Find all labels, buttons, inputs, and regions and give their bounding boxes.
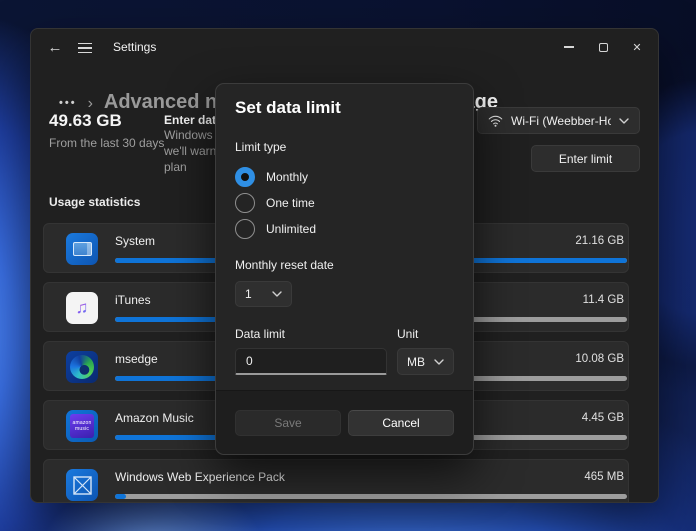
data-limit-input[interactable] — [235, 348, 387, 375]
enter-data-limit-info: Enter data Windows ca we'll warn y plan — [164, 113, 217, 175]
minimize-icon — [564, 46, 574, 47]
limit-info-line: we'll warn y — [164, 143, 217, 159]
dialog-title: Set data limit — [235, 98, 454, 118]
limit-info-line: plan — [164, 159, 217, 175]
app-name: Amazon Music — [115, 411, 194, 425]
app-usage-value: 4.45 GB — [582, 412, 624, 424]
wifi-icon — [488, 115, 503, 127]
network-adapter-select[interactable]: Wi-Fi (Weebber-Hor — [477, 107, 640, 134]
radio-option-unlimited[interactable]: Unlimited — [235, 216, 454, 242]
set-data-limit-dialog: Set data limit Limit type Monthly One ti… — [215, 83, 474, 455]
app-name: msedge — [115, 352, 158, 366]
edge-icon — [66, 351, 98, 383]
titlebar[interactable]: ← Settings ✕ — [31, 29, 658, 65]
reset-date-select[interactable]: 1 — [235, 281, 292, 307]
breadcrumb-overflow-button[interactable]: ••• — [59, 97, 77, 109]
radio-unselected-icon[interactable] — [235, 193, 255, 213]
monthly-reset-date-label: Monthly reset date — [235, 258, 454, 272]
system-icon — [66, 233, 98, 265]
itunes-icon: ♫ — [66, 292, 98, 324]
chevron-down-icon — [434, 359, 444, 365]
app-usage-value: 465 MB — [584, 471, 624, 483]
save-button[interactable]: Save — [235, 410, 341, 436]
app-name: Windows Web Experience Pack — [115, 470, 285, 484]
maximize-icon — [599, 43, 608, 52]
navigation-menu-button[interactable] — [71, 35, 99, 61]
app-usage-value: 11.4 GB — [583, 294, 624, 306]
radio-option-monthly[interactable]: Monthly — [235, 164, 454, 190]
network-adapter-label: Wi-Fi (Weebber-Hor — [511, 114, 611, 128]
enter-limit-button[interactable]: Enter limit — [531, 145, 640, 172]
limit-type-radio-group: Monthly One time Unlimited — [235, 164, 454, 242]
usage-period-label: From the last 30 days — [49, 135, 171, 151]
app-name: iTunes — [115, 293, 151, 307]
dialog-footer: Save Cancel — [216, 390, 473, 454]
limit-type-label: Limit type — [235, 140, 454, 154]
data-limit-label: Data limit — [235, 327, 397, 341]
radio-selected-icon[interactable] — [235, 167, 255, 187]
limit-info-heading: Enter data — [164, 113, 217, 127]
radio-unselected-icon[interactable] — [235, 219, 255, 239]
hamburger-icon — [78, 43, 92, 45]
usage-statistics-heading: Usage statistics — [49, 195, 140, 209]
usage-row[interactable]: Windows Web Experience Pack 465 MB — [43, 459, 629, 503]
chevron-down-icon — [619, 118, 629, 124]
app-name: System — [115, 234, 155, 248]
chevron-down-icon — [272, 291, 282, 297]
radio-option-one-time[interactable]: One time — [235, 190, 454, 216]
window-controls: ✕ — [552, 33, 654, 61]
data-usage-summary: 49.63 GB From the last 30 days — [49, 111, 171, 151]
app-usage-value: 10.08 GB — [575, 353, 624, 365]
unit-select[interactable]: MB — [397, 348, 454, 375]
limit-info-line: Windows ca — [164, 127, 217, 143]
enter-limit-label: Enter limit — [559, 152, 612, 166]
window-title: Settings — [113, 40, 156, 54]
unit-label: Unit — [397, 327, 418, 341]
amazon-music-icon: amazon music — [66, 410, 98, 442]
desktop: ← Settings ✕ ••• › Advanced network sett… — [0, 0, 696, 531]
cancel-button[interactable]: Cancel — [348, 410, 454, 436]
total-usage-value: 49.63 GB — [49, 111, 171, 131]
app-usage-value: 21.16 GB — [575, 235, 624, 247]
minimize-button[interactable] — [552, 33, 586, 61]
close-button[interactable]: ✕ — [620, 33, 654, 61]
placeholder-app-icon — [66, 469, 98, 501]
back-arrow-icon: ← — [48, 39, 63, 56]
usage-bar — [115, 494, 627, 499]
close-icon: ✕ — [632, 41, 641, 54]
back-button[interactable]: ← — [41, 33, 69, 61]
maximize-button[interactable] — [586, 33, 620, 61]
